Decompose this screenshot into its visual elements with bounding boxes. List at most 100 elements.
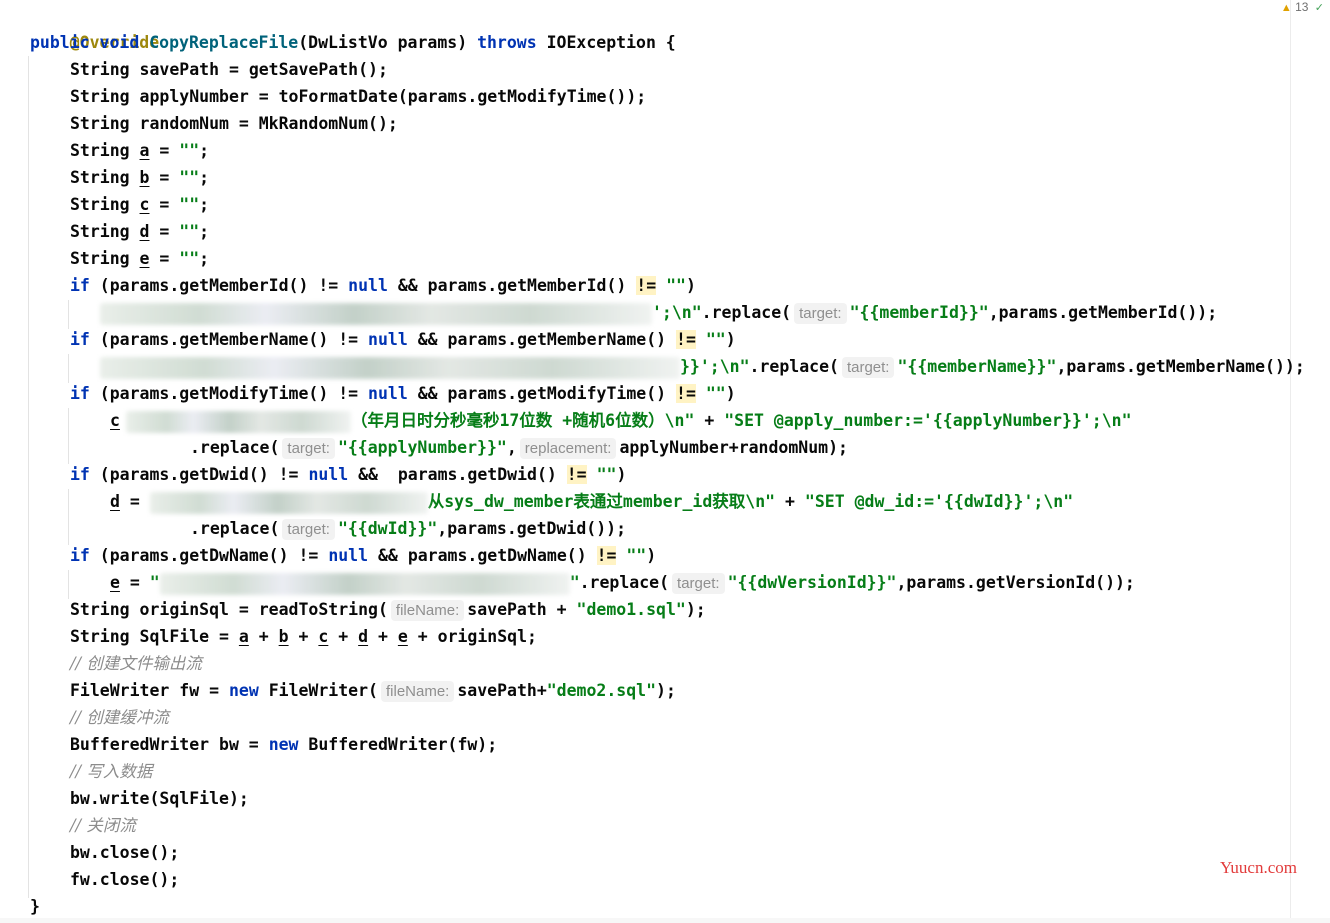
string-literal: 从sys_dw_member表通过member_id获取\n" xyxy=(427,492,776,511)
code-text: (params.getModifyTime() xyxy=(89,384,339,403)
string-literal: "" xyxy=(705,330,726,349)
code-line: @Override xyxy=(30,2,159,52)
code-text: ; xyxy=(199,222,210,241)
code-text: String xyxy=(70,141,140,160)
keyword: throws xyxy=(477,33,537,52)
indent-guide xyxy=(68,408,69,464)
param-hint: target: xyxy=(672,573,725,594)
redacted-region xyxy=(159,572,570,595)
string-literal: "" xyxy=(179,168,200,187)
code-text: params.getMemberId() xyxy=(427,276,637,295)
code-text: + originSql; xyxy=(407,627,537,646)
redacted-region xyxy=(100,302,652,325)
code-line: public void CopyReplaceFile(DwListVo par… xyxy=(30,29,676,56)
string-literal: "" xyxy=(705,384,726,403)
string-literal: "" xyxy=(596,465,617,484)
code-text: BufferedWriter(fw); xyxy=(298,735,498,754)
code-text: params.getDwName() xyxy=(407,546,597,565)
code-text: String SqlFile = xyxy=(70,627,239,646)
code-line: // 关闭流 xyxy=(70,812,136,839)
code-line: // 创建缓冲流 xyxy=(70,704,169,731)
code-text: ); xyxy=(685,600,706,619)
variable: d xyxy=(358,627,369,646)
code-text: params.getDwid() xyxy=(387,465,567,484)
code-text: != xyxy=(298,546,319,565)
code-text: String xyxy=(70,168,140,187)
code-text: ) xyxy=(646,546,657,565)
code-line: ';\n".replace(target: "{{memberId}}",para… xyxy=(100,299,1217,326)
string-literal: "" xyxy=(179,141,200,160)
code-line: BufferedWriter bw = new BufferedWriter(f… xyxy=(70,731,497,758)
string-literal: "" xyxy=(179,249,200,268)
warning-count: 13 xyxy=(1295,0,1309,14)
code-text: + xyxy=(775,492,805,511)
variable: e xyxy=(139,249,150,268)
code-text: && xyxy=(348,465,388,484)
code-line: if (params.getMemberId() != null && para… xyxy=(70,272,696,299)
param-hint: target: xyxy=(841,357,895,378)
keyword: if xyxy=(70,330,90,349)
code-text: = xyxy=(119,492,150,511)
code-text: toFormatDate xyxy=(278,87,398,106)
code-text: && xyxy=(387,276,428,295)
code-text: != xyxy=(278,465,299,484)
code-text: (params.getMemberId() xyxy=(89,276,319,295)
keyword: null xyxy=(348,276,388,295)
code-comment: // 创建缓冲流 xyxy=(70,708,169,727)
variable: d xyxy=(110,492,120,511)
keyword: null xyxy=(368,330,408,349)
string-literal: "" xyxy=(666,276,686,295)
inspection-widget[interactable]: ▲ 13 ✓ xyxy=(1281,0,1324,16)
code-line: .replace(target: "{{applyNumber}}", replac… xyxy=(190,438,848,459)
code-line: String randomNum = MkRandomNum(); xyxy=(70,110,398,137)
redacted-region xyxy=(100,356,680,379)
check-icon: ✓ xyxy=(1314,2,1324,14)
code-text: && xyxy=(407,384,448,403)
param-hint: target: xyxy=(282,519,335,540)
keyword: null xyxy=(368,384,408,403)
code-text: && xyxy=(368,546,408,565)
code-line: .replace(target: "{{dwId}}",params.getDwi… xyxy=(190,515,626,542)
keyword: if xyxy=(70,465,90,484)
code-text: String originSql = xyxy=(70,600,259,619)
code-line: FileWriter fw = new FileWriter(fileName:… xyxy=(70,677,676,704)
code-text: != xyxy=(318,276,339,295)
code-text: .replace( xyxy=(579,573,670,592)
code-text: .replace( xyxy=(749,357,839,376)
keyword: void xyxy=(99,33,140,52)
string-literal: }}';\n" xyxy=(680,357,750,376)
code-text: String randomNum = xyxy=(70,114,259,133)
code-text: BufferedWriter bw = xyxy=(70,735,269,754)
code-text: MkRandomNum xyxy=(258,114,369,133)
code-text: .replace( xyxy=(701,303,792,322)
code-editor[interactable]: ▲ 13 ✓ @Override public void CopyReplace… xyxy=(0,0,1330,923)
variable: c xyxy=(110,411,120,430)
param-hint: replacement: xyxy=(519,438,617,459)
variable: c xyxy=(318,627,329,646)
warning-icon: ▲ xyxy=(1280,2,1292,14)
method-name: CopyReplaceFile xyxy=(149,33,299,52)
code-text: && xyxy=(407,330,448,349)
right-gutter xyxy=(1290,0,1291,923)
string-literal: " xyxy=(149,573,160,592)
keyword: public xyxy=(30,33,90,52)
indent-guide xyxy=(28,56,29,898)
code-line: String applyNumber = toFormatDate(params… xyxy=(70,83,646,110)
variable: b xyxy=(139,168,150,187)
code-text: ) xyxy=(725,330,736,349)
code-line: // 创建文件输出流 xyxy=(70,650,202,677)
string-literal: " xyxy=(569,573,580,592)
code-line: String e = ""; xyxy=(70,245,209,272)
variable: b xyxy=(278,627,289,646)
code-text: (params.getMemberName() xyxy=(89,330,339,349)
code-text: String xyxy=(70,222,140,241)
code-line: if (params.getMemberName() != null && pa… xyxy=(70,326,736,353)
variable: a xyxy=(139,141,150,160)
code-text: = xyxy=(149,249,180,268)
code-text: (DwListVo params) xyxy=(298,33,478,52)
code-text: != xyxy=(566,465,587,484)
code-line: }}';\n".replace(target: "{{memberName}}",… xyxy=(100,353,1305,380)
code-line: bw.write(SqlFile); xyxy=(70,785,249,812)
code-text: = xyxy=(149,222,180,241)
code-line: String b = ""; xyxy=(70,164,209,191)
